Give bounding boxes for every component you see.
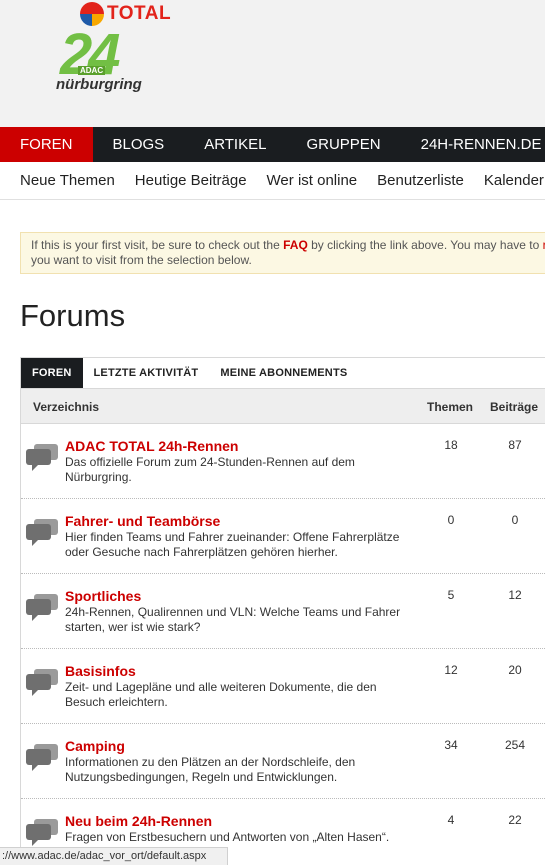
forum-title[interactable]: Sportliches	[65, 588, 141, 604]
forum-description: 24h-Rennen, Qualirennen und VLN: Welche …	[65, 605, 401, 634]
sub-nav-wer-ist-online[interactable]: Wer ist online	[257, 162, 368, 199]
first-visit-notice: If this is your first visit, be sure to …	[20, 232, 545, 274]
main-nav-artikel[interactable]: ARTIKEL	[184, 127, 286, 162]
forum-topics-count: 18	[444, 438, 458, 452]
page-title: Forums	[20, 298, 126, 333]
speech-bubbles-icon	[26, 444, 58, 471]
sub-nav-benutzerliste[interactable]: Benutzerliste	[367, 162, 474, 199]
forum-posts-count: 87	[508, 438, 522, 452]
forum-description: Hier finden Teams und Fahrer zueinander:…	[65, 530, 400, 559]
forum-description: Zeit- und Lagepläne und alle weiteren Do…	[65, 680, 377, 709]
speech-bubbles-icon	[26, 819, 58, 846]
speech-bubbles-icon	[26, 594, 58, 621]
forum-posts-count: 20	[508, 663, 522, 677]
notice-line-1: If this is your first visit, be sure to …	[31, 238, 545, 253]
column-header-topics: Themen	[427, 400, 474, 414]
forum-description: Informationen zu den Plätzen an der Nord…	[65, 755, 356, 784]
forum-topics-count: 0	[447, 513, 455, 527]
notice-line-2: you want to visit from the selection bel…	[31, 253, 252, 267]
forum-row: Basisinfos Zeit- und Lagepläne und alle …	[21, 649, 545, 724]
forum-posts-count: 0	[511, 513, 519, 527]
main-nav-gruppen[interactable]: GRUPPEN	[286, 127, 400, 162]
speech-bubbles-icon	[26, 519, 58, 546]
logo-place-text: nürburgring	[56, 76, 142, 93]
forum-topics-count: 5	[447, 588, 455, 602]
forum-tabs: FOREN LETZTE AKTIVITÄT MEINE ABONNEMENTS	[21, 358, 545, 389]
main-nav-blogs[interactable]: BLOGS	[93, 127, 185, 162]
forum-row: Sportliches 24h-Rennen, Qualirennen und …	[21, 574, 545, 649]
forum-title[interactable]: Basisinfos	[65, 663, 136, 679]
forum-posts-count: 12	[508, 588, 522, 602]
browser-status-bar: ://www.adac.de/adac_vor_ort/default.aspx	[0, 847, 228, 865]
faq-link[interactable]: FAQ	[283, 238, 308, 252]
notice-text: by clicking the link above. You may have…	[307, 238, 543, 252]
site-logo[interactable]: TOTAL 24 ADAC nürburgring	[50, 2, 180, 102]
main-nav-foren[interactable]: FOREN	[0, 127, 93, 162]
tab-letzte-aktivitaet[interactable]: LETZTE AKTIVITÄT	[83, 358, 210, 388]
forum-title[interactable]: Camping	[65, 738, 125, 754]
speech-bubbles-icon	[26, 669, 58, 696]
sub-navigation: Neue Themen Heutige Beiträge Wer ist onl…	[0, 162, 545, 200]
sub-nav-neue-themen[interactable]: Neue Themen	[0, 162, 125, 199]
sub-nav-kalender[interactable]: Kalender	[474, 162, 545, 199]
table-header: Verzeichnis Themen Beiträge	[21, 389, 545, 424]
main-navigation: FOREN BLOGS ARTIKEL GRUPPEN 24H-RENNEN.D…	[0, 127, 545, 162]
column-header-directory: Verzeichnis	[33, 400, 100, 414]
forum-posts-count: 254	[504, 738, 526, 752]
forum-posts-count: 22	[508, 813, 522, 827]
forum-title[interactable]: ADAC TOTAL 24h-Rennen	[65, 438, 238, 454]
speech-bubbles-icon	[26, 744, 58, 771]
notice-text: If this is your first visit, be sure to …	[31, 238, 284, 252]
forum-title[interactable]: Fahrer- und Teambörse	[65, 513, 220, 529]
forum-row: ADAC TOTAL 24h-Rennen Das offizielle For…	[21, 424, 545, 499]
forum-topics-count: 4	[447, 813, 455, 827]
site-header: TOTAL 24 ADAC nürburgring	[0, 0, 545, 127]
forum-row: Camping Informationen zu den Plätzen an …	[21, 724, 545, 799]
tab-meine-abonnements[interactable]: MEINE ABONNEMENTS	[209, 358, 358, 388]
forum-title[interactable]: Neu beim 24h-Rennen	[65, 813, 212, 829]
forum-description: Das offizielle Forum zum 24-Stunden-Renn…	[65, 455, 355, 484]
logo-adac-badge: ADAC	[78, 66, 106, 75]
column-header-posts: Beiträge	[490, 400, 539, 414]
forum-description: Fragen von Erstbesuchern und Antworten v…	[65, 830, 390, 844]
sub-nav-heutige-beitraege[interactable]: Heutige Beiträge	[125, 162, 257, 199]
forum-list: FOREN LETZTE AKTIVITÄT MEINE ABONNEMENTS…	[20, 357, 545, 865]
forum-topics-count: 12	[444, 663, 458, 677]
tab-foren[interactable]: FOREN	[21, 358, 83, 388]
forum-row: Fahrer- und Teambörse Hier finden Teams …	[21, 499, 545, 574]
forum-topics-count: 34	[444, 738, 458, 752]
main-nav-24h-rennen[interactable]: 24H-RENNEN.DE	[401, 127, 545, 162]
